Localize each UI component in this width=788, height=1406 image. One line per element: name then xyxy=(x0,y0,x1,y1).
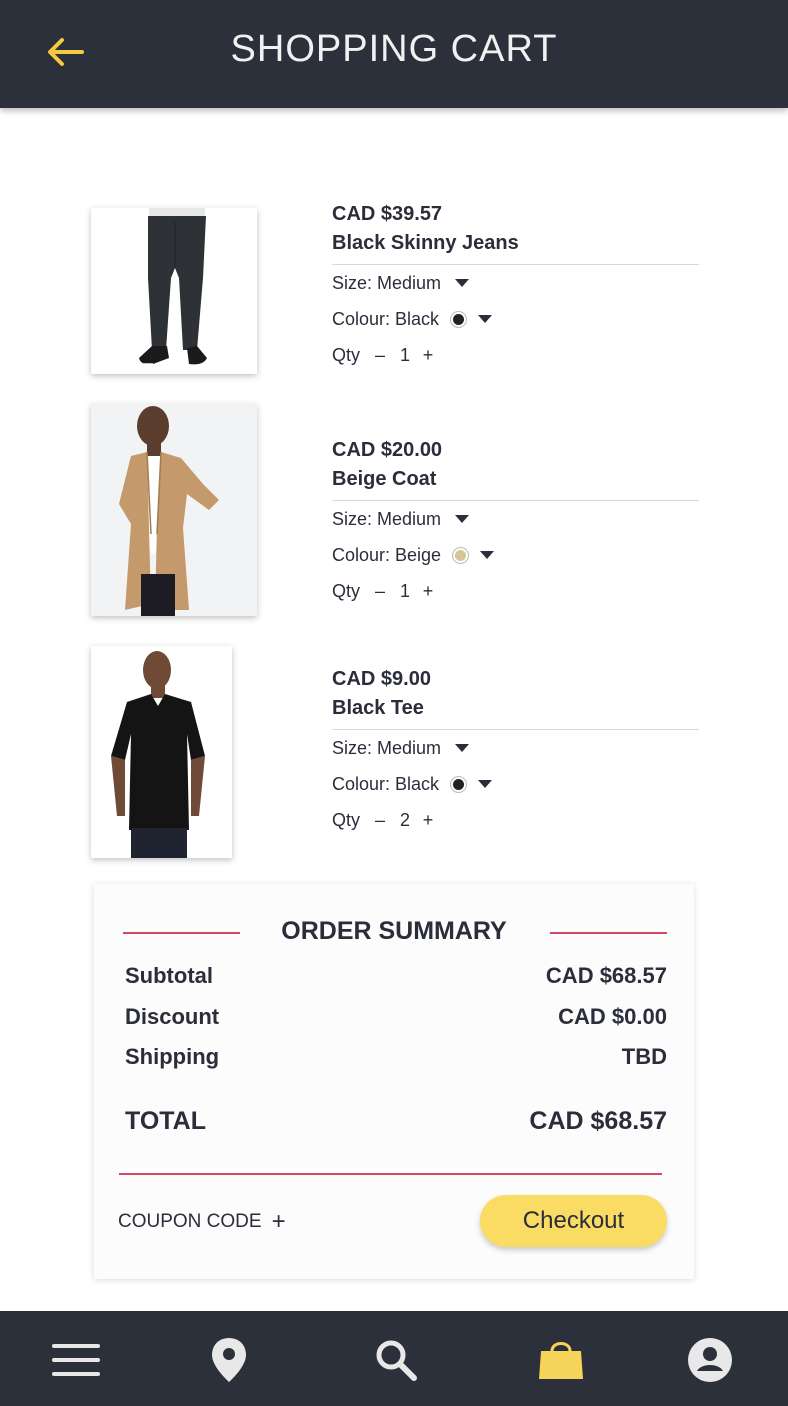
nav-cart[interactable] xyxy=(536,1335,586,1385)
colour-selector[interactable]: Colour: Beige xyxy=(332,537,699,573)
colour-swatch xyxy=(453,778,465,790)
size-selector[interactable]: Size: Medium xyxy=(332,730,699,766)
colour-selector[interactable]: Colour: Black xyxy=(332,301,699,337)
colour-selector[interactable]: Colour: Black xyxy=(332,766,699,802)
qty-value: 1 xyxy=(400,345,411,365)
total-value: CAD $68.57 xyxy=(529,1107,667,1135)
item-price: CAD $20.00 xyxy=(332,439,443,461)
increase-qty-button[interactable]: + xyxy=(418,802,438,838)
quantity-stepper: Qty – 1 + xyxy=(332,337,699,373)
size-selector[interactable]: Size: Medium xyxy=(332,265,699,301)
subtotal-label: Subtotal xyxy=(125,963,213,988)
product-image-jeans[interactable] xyxy=(91,208,257,374)
product-image-coat[interactable] xyxy=(91,404,257,616)
colour-label: Colour: Black xyxy=(332,309,440,329)
chevron-down-icon[interactable] xyxy=(480,551,495,559)
plus-icon: + xyxy=(271,1208,286,1235)
app-header: SHOPPING CART xyxy=(0,0,788,108)
chevron-down-icon[interactable] xyxy=(478,315,493,323)
item-price: CAD $9.00 xyxy=(332,668,431,690)
total-label: TOTAL xyxy=(125,1107,207,1135)
shipping-label: Shipping xyxy=(125,1044,220,1069)
colour-label: Colour: Black xyxy=(332,774,440,794)
page-title: SHOPPING CART xyxy=(230,28,558,70)
chevron-down-icon[interactable] xyxy=(455,515,470,523)
bottom-nav-bar xyxy=(0,1311,788,1406)
size-label: Size: Medium xyxy=(332,509,442,529)
nav-account[interactable] xyxy=(685,1335,735,1385)
checkout-button[interactable]: Checkout xyxy=(480,1195,667,1247)
nav-stores[interactable] xyxy=(204,1335,254,1385)
item-name: Black Tee xyxy=(332,697,424,719)
subtotal-value: CAD $68.57 xyxy=(545,963,667,988)
quantity-stepper: Qty – 2 + xyxy=(332,802,699,838)
quantity-stepper: Qty – 1 + xyxy=(332,573,699,609)
colour-swatch xyxy=(453,313,465,325)
decrease-qty-button[interactable]: – xyxy=(370,802,390,838)
product-image-tee[interactable] xyxy=(91,646,232,858)
account-icon xyxy=(688,1338,732,1382)
item-price: CAD $39.57 xyxy=(332,203,443,225)
chevron-down-icon[interactable] xyxy=(478,780,493,788)
total-row: TOTAL CAD $68.57 xyxy=(125,1107,667,1136)
order-summary-card: ORDER SUMMARY Subtotal CAD $68.57 Discou… xyxy=(94,884,694,1279)
colour-swatch xyxy=(455,549,467,561)
qty-label: Qty xyxy=(332,345,361,365)
shopping-bag-icon xyxy=(539,1342,583,1379)
increase-qty-button[interactable]: + xyxy=(418,337,438,373)
menu-icon xyxy=(52,1344,100,1376)
qty-label: Qty xyxy=(332,581,361,601)
nav-menu[interactable] xyxy=(51,1335,101,1385)
chevron-down-icon[interactable] xyxy=(455,279,470,287)
coupon-code-label: COUPON CODE xyxy=(118,1211,262,1232)
location-pin-icon xyxy=(212,1338,246,1382)
qty-value: 1 xyxy=(400,581,411,601)
chevron-down-icon[interactable] xyxy=(455,744,470,752)
summary-divider xyxy=(119,1173,662,1175)
size-label: Size: Medium xyxy=(332,738,442,758)
subtotal-row: Subtotal CAD $68.57 xyxy=(125,963,667,989)
increase-qty-button[interactable]: + xyxy=(418,573,438,609)
item-name: Beige Coat xyxy=(332,468,437,490)
discount-value: CAD $0.00 xyxy=(558,1004,667,1029)
discount-label: Discount xyxy=(125,1004,220,1029)
size-label: Size: Medium xyxy=(332,273,442,293)
shipping-value: TBD xyxy=(621,1044,667,1069)
decrease-qty-button[interactable]: – xyxy=(370,337,390,373)
search-icon xyxy=(376,1340,417,1381)
item-name: Black Skinny Jeans xyxy=(332,232,519,254)
qty-label: Qty xyxy=(332,810,361,830)
discount-row: Discount CAD $0.00 xyxy=(125,1004,667,1030)
size-selector[interactable]: Size: Medium xyxy=(332,501,699,537)
shipping-row: Shipping TBD xyxy=(125,1044,667,1070)
nav-search[interactable] xyxy=(371,1335,421,1385)
colour-label: Colour: Beige xyxy=(332,545,442,565)
summary-title-rule-right xyxy=(550,932,667,934)
coupon-code-button[interactable]: COUPON CODE + xyxy=(118,1208,286,1236)
qty-value: 2 xyxy=(400,810,411,830)
decrease-qty-button[interactable]: – xyxy=(370,573,390,609)
